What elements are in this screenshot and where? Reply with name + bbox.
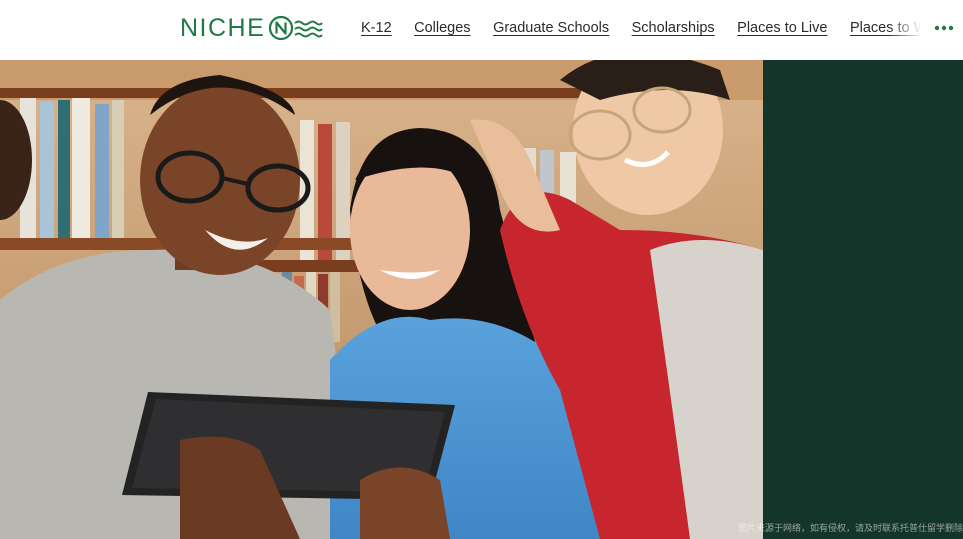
dark-green-side-panel [763, 60, 963, 539]
main-nav: K-12 Colleges Graduate Schools Scholarsh… [361, 17, 928, 39]
nav-link-places-to-work[interactable]: Places to Work [850, 20, 928, 36]
niche-logo[interactable]: NICHE [180, 14, 324, 42]
hero-image [0, 60, 763, 539]
nav-link-scholarships[interactable]: Scholarships [632, 20, 715, 36]
page: NICHE K-12 Colleges Graduate Schools Sch… [0, 0, 963, 539]
logo-text: NICHE [180, 14, 266, 42]
students-tablet-photo [0, 60, 763, 539]
top-header: NICHE K-12 Colleges Graduate Schools Sch… [0, 0, 963, 60]
nav-link-k12[interactable]: K-12 [361, 20, 392, 36]
ellipsis-icon [934, 25, 954, 31]
nav-link-graduate-schools[interactable]: Graduate Schools [493, 20, 609, 36]
niche-n-waves-icon [269, 15, 324, 41]
more-menu-button[interactable] [932, 18, 956, 38]
image-watermark: 图片来源于网络，如有侵权，请及时联系托普仕留学删除 [737, 524, 963, 534]
nav-link-places-to-live[interactable]: Places to Live [737, 20, 827, 36]
nav-link-colleges[interactable]: Colleges [414, 20, 470, 36]
